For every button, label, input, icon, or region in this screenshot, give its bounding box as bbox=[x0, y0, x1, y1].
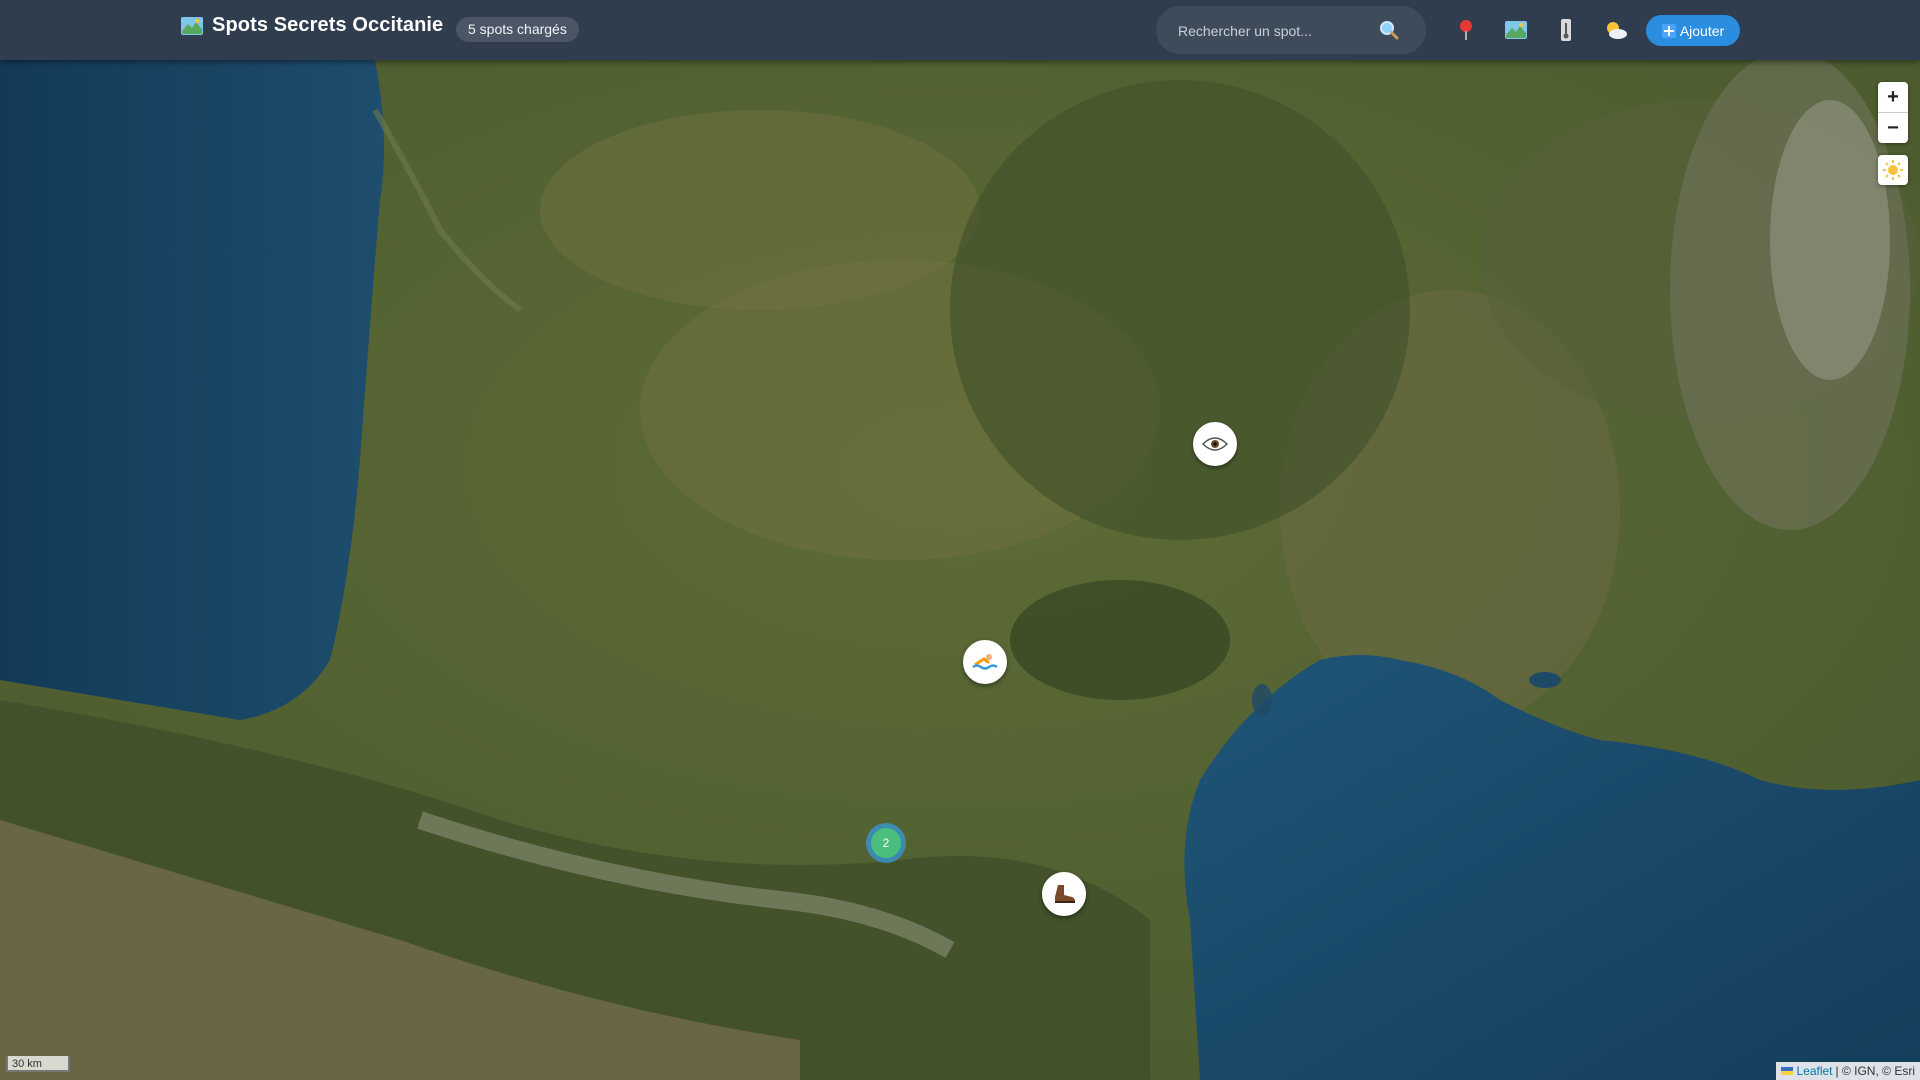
attribution-text: | © IGN, © Esri bbox=[1835, 1064, 1915, 1078]
pin-icon bbox=[1460, 20, 1472, 40]
thermometer-tool-button[interactable] bbox=[1552, 16, 1580, 44]
zoom-in-button[interactable]: + bbox=[1878, 82, 1908, 112]
brand: Spots Secrets Occitanie bbox=[180, 14, 443, 37]
pin-tool-button[interactable] bbox=[1452, 16, 1480, 44]
spot-marker-swimming[interactable] bbox=[963, 640, 1007, 684]
theme-toggle-button[interactable] bbox=[1878, 155, 1908, 185]
add-button-label: Ajouter bbox=[1679, 22, 1725, 39]
top-bar: Spots Secrets Occitanie 5 spots chargés bbox=[0, 0, 1920, 60]
search-input[interactable] bbox=[1176, 6, 1380, 56]
ukraine-flag-icon bbox=[1781, 1067, 1794, 1075]
eye-icon bbox=[1202, 437, 1228, 451]
spots-count-badge: 5 spots chargés bbox=[456, 17, 579, 42]
thermometer-icon bbox=[1561, 19, 1571, 41]
boot-icon bbox=[1055, 885, 1075, 903]
add-spot-button[interactable]: Ajouter bbox=[1646, 15, 1740, 46]
scale-bar: 30 km bbox=[6, 1056, 70, 1072]
swimmer-icon bbox=[972, 654, 998, 670]
satellite-basemap[interactable] bbox=[0, 60, 1920, 1080]
map-view[interactable]: + − 2 30 km Leaflet | © IGN, © Esri bbox=[0, 60, 1920, 1080]
search-box bbox=[1156, 6, 1426, 56]
spot-marker-hiking[interactable] bbox=[1042, 872, 1086, 916]
sun-icon bbox=[1883, 160, 1903, 180]
spot-marker-viewpoint[interactable] bbox=[1193, 422, 1237, 466]
map-icon bbox=[1505, 21, 1527, 39]
app-title: Spots Secrets Occitanie bbox=[212, 14, 444, 36]
cluster-count: 2 bbox=[871, 828, 901, 858]
plus-icon bbox=[1661, 23, 1676, 38]
zoom-out-button[interactable]: − bbox=[1878, 112, 1908, 143]
spot-cluster[interactable]: 2 bbox=[866, 823, 906, 863]
map-tool-button[interactable] bbox=[1502, 16, 1530, 44]
map-icon bbox=[181, 16, 203, 35]
zoom-control: + − bbox=[1878, 82, 1908, 143]
sun-cloud-icon bbox=[1607, 22, 1627, 39]
weather-tool-button[interactable] bbox=[1602, 16, 1630, 44]
attribution: Leaflet | © IGN, © Esri bbox=[1776, 1062, 1920, 1080]
magnifier-icon[interactable] bbox=[1378, 19, 1400, 41]
leaflet-link[interactable]: Leaflet bbox=[1796, 1062, 1832, 1080]
